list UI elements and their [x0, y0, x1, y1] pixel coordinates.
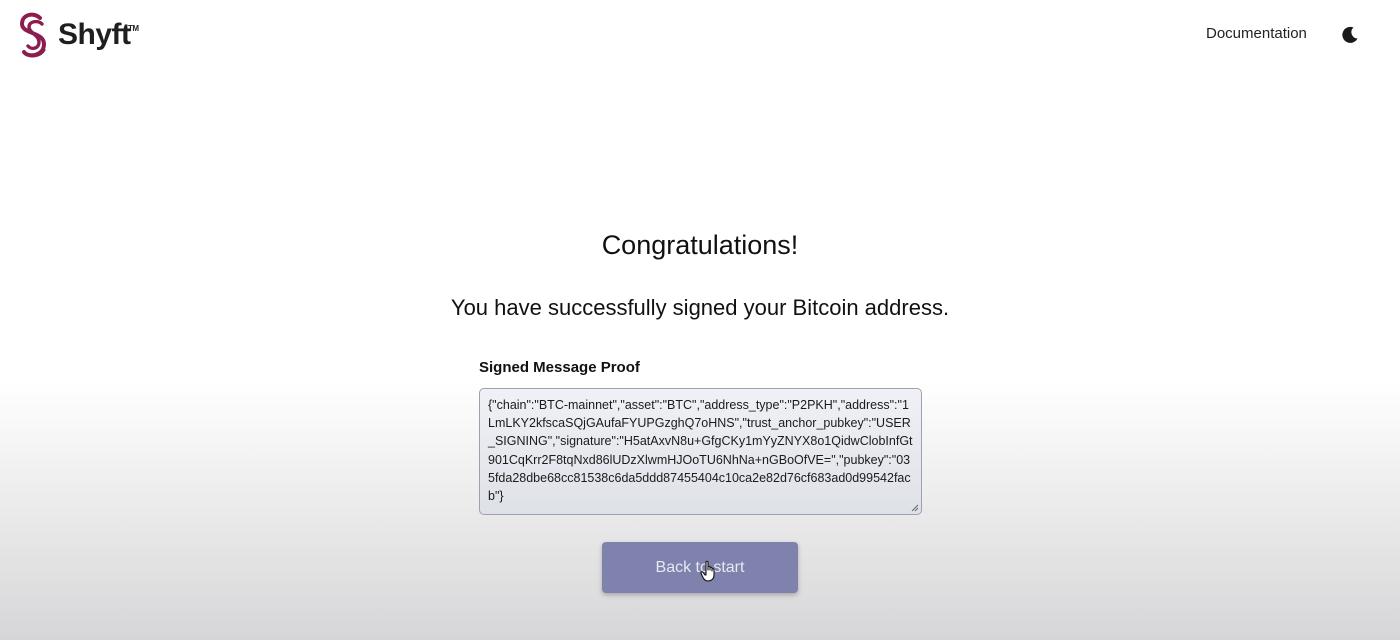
success-message: You have successfully signed your Bitcoi… — [450, 295, 950, 320]
signed-message-proof-textarea[interactable]: {"chain":"BTC-mainnet","asset":"BTC","ad… — [479, 388, 922, 515]
header: Shyft TM Documentation — [0, 0, 1400, 70]
logo-wordmark: Shyft — [58, 18, 131, 51]
logo-trademark: TM — [127, 24, 139, 33]
page-title: Congratulations! — [601, 230, 799, 260]
logo-text: Shyft TM — [58, 18, 139, 52]
proof-text: {"chain":"BTC-mainnet","asset":"BTC","ad… — [488, 398, 913, 504]
moon-icon — [1342, 26, 1358, 43]
proof-label: Signed Message Proof — [479, 359, 640, 376]
logo[interactable]: Shyft TM — [16, 10, 139, 60]
hand-cursor-icon — [700, 560, 715, 582]
shyft-logo-icon — [19, 12, 47, 58]
theme-toggle-button[interactable] — [1340, 25, 1360, 45]
resize-handle-icon[interactable] — [911, 504, 919, 512]
documentation-link[interactable]: Documentation — [1206, 25, 1307, 42]
